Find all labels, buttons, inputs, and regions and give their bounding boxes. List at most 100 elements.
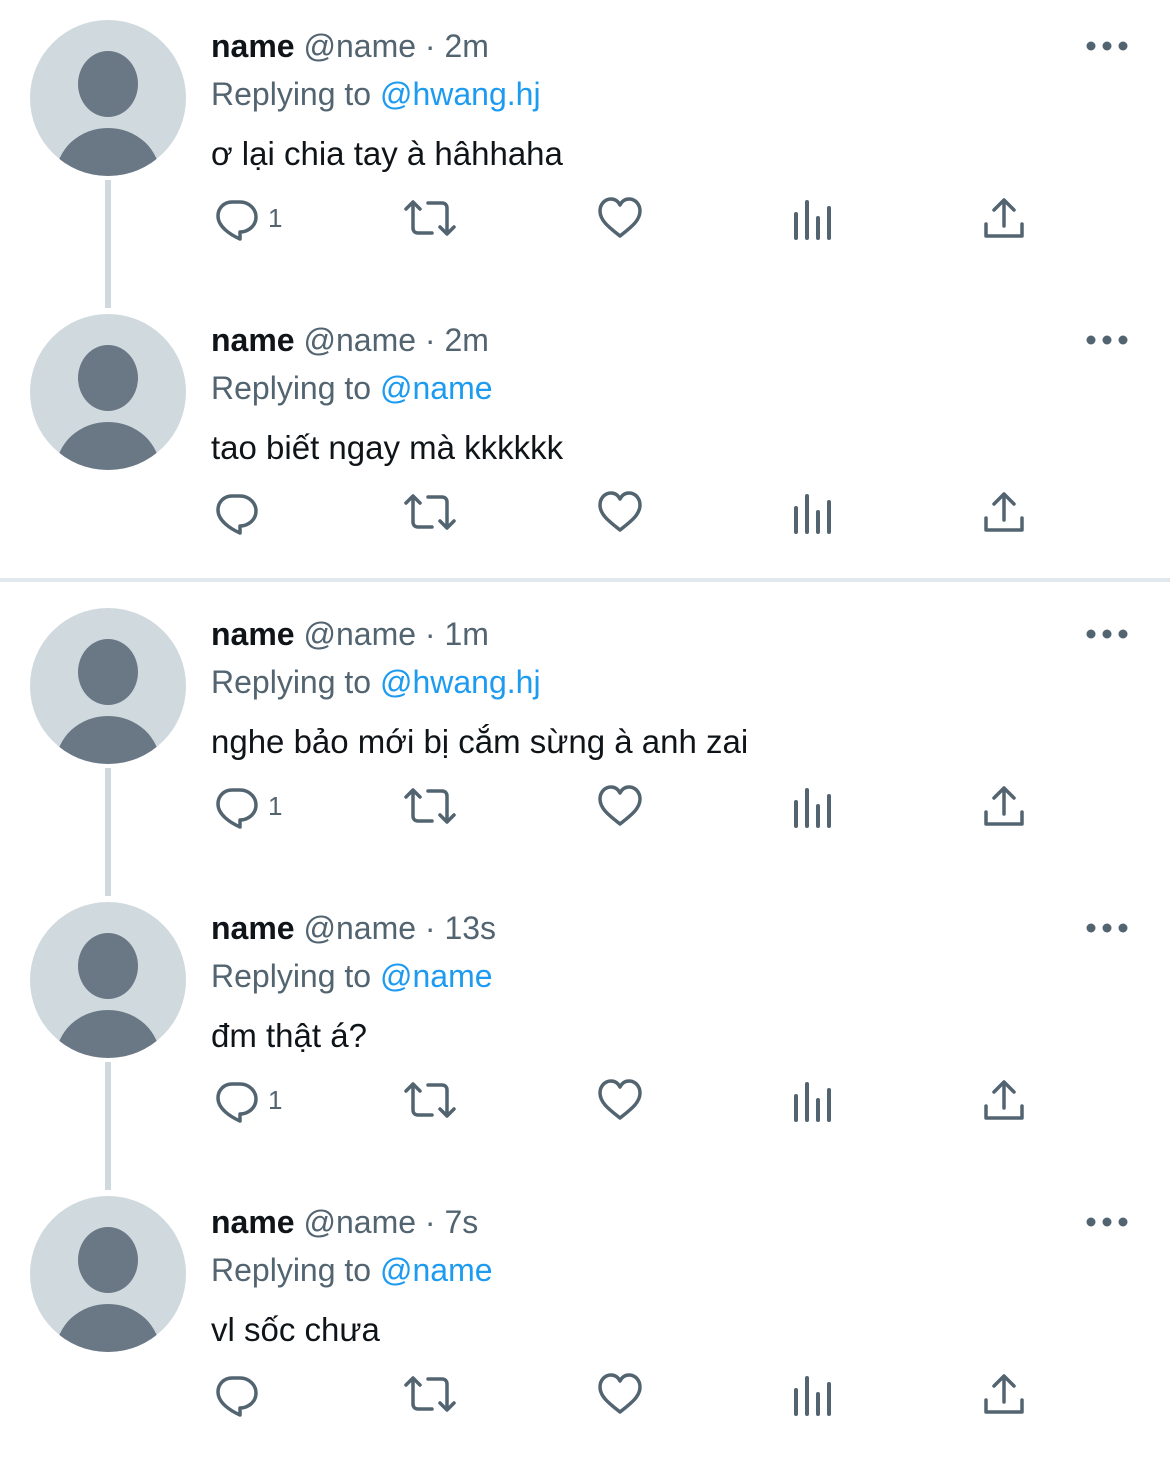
- reply-button[interactable]: 1: [212, 190, 282, 246]
- like-button[interactable]: [596, 778, 644, 834]
- replying-to: Replying to @name: [211, 1252, 493, 1288]
- action-bar: 1: [0, 778, 1170, 834]
- views-button[interactable]: [789, 1366, 837, 1422]
- tweet-header: name @name · 1m: [211, 616, 489, 652]
- timestamp[interactable]: 1m: [444, 616, 488, 652]
- timestamp[interactable]: 13s: [444, 910, 496, 946]
- more-icon[interactable]: [1086, 918, 1128, 938]
- like-button[interactable]: [596, 1366, 644, 1422]
- tweet[interactable]: name @name · 2m Replying to @hwang.hj ơ …: [0, 0, 1170, 308]
- display-name[interactable]: name: [211, 322, 295, 358]
- tweet[interactable]: name @name · 13s Replying to @name đm th…: [0, 882, 1170, 1190]
- replying-to-label: Replying to: [211, 370, 372, 406]
- reply-button[interactable]: [212, 1366, 268, 1422]
- retweet-button[interactable]: [402, 778, 458, 834]
- tweet-text: nghe bảo mới bị cắm sừng à anh zai: [211, 723, 749, 760]
- share-icon: [984, 1080, 1024, 1120]
- share-button[interactable]: [980, 1366, 1028, 1422]
- reply-button[interactable]: 1: [212, 778, 282, 834]
- mention-link[interactable]: @name: [380, 370, 493, 406]
- separator-dot: ·: [424, 616, 436, 652]
- avatar[interactable]: [30, 608, 186, 764]
- replying-to-label: Replying to: [211, 958, 372, 994]
- share-icon: [984, 786, 1024, 826]
- views-icon: [794, 1082, 831, 1122]
- tweet[interactable]: name @name · 1m Replying to @hwang.hj ng…: [0, 588, 1170, 896]
- mention-link[interactable]: @name: [380, 958, 493, 994]
- mention-link[interactable]: @hwang.hj: [380, 664, 541, 700]
- replying-to-label: Replying to: [211, 76, 372, 112]
- display-name[interactable]: name: [211, 1204, 295, 1240]
- tweet[interactable]: name @name · 2m Replying to @name tao bi…: [0, 294, 1170, 588]
- display-name[interactable]: name: [211, 28, 295, 64]
- tweet-header: name @name · 13s: [211, 910, 496, 946]
- retweet-button[interactable]: [402, 484, 458, 540]
- username[interactable]: @name: [303, 1204, 416, 1240]
- default-avatar-icon: [56, 345, 160, 470]
- replying-to: Replying to @hwang.hj: [211, 664, 541, 700]
- reply-count: 1: [268, 790, 283, 821]
- share-button[interactable]: [980, 484, 1028, 540]
- share-icon: [984, 1374, 1024, 1414]
- views-button[interactable]: [789, 484, 837, 540]
- like-button[interactable]: [596, 190, 644, 246]
- retweet-icon: [404, 1376, 456, 1412]
- avatar[interactable]: [30, 1196, 186, 1352]
- more-icon[interactable]: [1086, 330, 1128, 350]
- share-button[interactable]: [980, 778, 1028, 834]
- display-name[interactable]: name: [211, 910, 295, 946]
- username[interactable]: @name: [303, 616, 416, 652]
- default-avatar-icon: [56, 1227, 160, 1352]
- avatar[interactable]: [30, 314, 186, 470]
- username[interactable]: @name: [303, 28, 416, 64]
- retweet-button[interactable]: [402, 1366, 458, 1422]
- heart-icon: [598, 491, 642, 532]
- reply-count: 1: [268, 1084, 283, 1115]
- share-button[interactable]: [980, 1072, 1028, 1128]
- username[interactable]: @name: [303, 910, 416, 946]
- reply-icon: [216, 200, 258, 241]
- more-icon[interactable]: [1086, 624, 1128, 644]
- avatar[interactable]: [30, 20, 186, 176]
- like-button[interactable]: [596, 1072, 644, 1128]
- reply-icon: [216, 788, 258, 829]
- replying-to-label: Replying to: [211, 1252, 372, 1288]
- reply-button[interactable]: 1: [212, 1072, 282, 1128]
- tweet-text: vl sốc chưa: [211, 1311, 380, 1348]
- views-icon: [794, 200, 831, 240]
- share-icon: [984, 492, 1024, 532]
- views-icon: [794, 1376, 831, 1416]
- heart-icon: [598, 197, 642, 238]
- heart-icon: [598, 1373, 642, 1414]
- display-name[interactable]: name: [211, 616, 295, 652]
- mention-link[interactable]: @hwang.hj: [380, 76, 541, 112]
- reply-icon: [216, 1376, 258, 1417]
- timestamp[interactable]: 7s: [444, 1204, 478, 1240]
- default-avatar-icon: [56, 51, 160, 176]
- reply-button[interactable]: [212, 484, 268, 540]
- mention-link[interactable]: @name: [380, 1252, 493, 1288]
- views-button[interactable]: [789, 1072, 837, 1128]
- action-bar: [0, 484, 1170, 540]
- more-icon[interactable]: [1086, 36, 1128, 56]
- like-button[interactable]: [596, 484, 644, 540]
- more-icon[interactable]: [1086, 1212, 1128, 1232]
- username[interactable]: @name: [303, 322, 416, 358]
- default-avatar-icon: [56, 639, 160, 764]
- retweet-icon: [404, 1082, 456, 1118]
- avatar[interactable]: [30, 902, 186, 1058]
- tweet[interactable]: name @name · 7s Replying to @name vl sốc…: [0, 1176, 1170, 1461]
- views-button[interactable]: [789, 778, 837, 834]
- reply-icon: [216, 494, 258, 535]
- share-button[interactable]: [980, 190, 1028, 246]
- retweet-icon: [404, 494, 456, 530]
- retweet-button[interactable]: [402, 1072, 458, 1128]
- timestamp[interactable]: 2m: [444, 322, 488, 358]
- tweet-text: tao biết ngay mà kkkkkk: [211, 429, 564, 466]
- separator-dot: ·: [424, 28, 436, 64]
- replying-to-label: Replying to: [211, 664, 372, 700]
- views-button[interactable]: [789, 190, 837, 246]
- heart-icon: [598, 785, 642, 826]
- retweet-button[interactable]: [402, 190, 458, 246]
- timestamp[interactable]: 2m: [444, 28, 488, 64]
